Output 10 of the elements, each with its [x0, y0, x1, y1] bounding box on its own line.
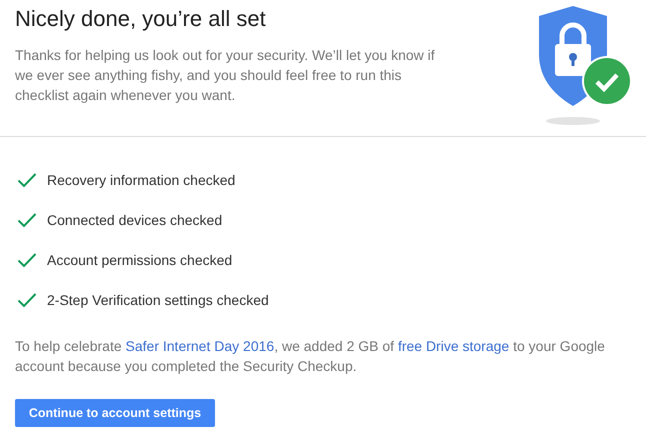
link[interactable]: Safer Internet Day 2016 — [126, 338, 274, 354]
checklist-item: Connected devices checked — [47, 212, 222, 228]
description-text: Thanks for helping us look out for your security. We’ll let you know if we ever see anything fishy, and you should feel free to run this checklist again whenever you want. — [15, 46, 436, 105]
page-title: Nicely done, you’re all set — [15, 6, 267, 32]
link[interactable]: free Drive storage — [398, 338, 510, 354]
continue-button[interactable]: Continue to account settings — [15, 399, 215, 427]
storage-note: To help celebrate Safer Internet Day 2016, we added 2 GB of free Drive storage to your Google account because you completed the Security Checkup. — [15, 337, 606, 376]
checklist-item: Account permissions checked — [47, 252, 232, 268]
checklist-item: Recovery information checked — [47, 172, 236, 188]
checklist-item: 2-Step Verification settings checked — [47, 292, 269, 308]
